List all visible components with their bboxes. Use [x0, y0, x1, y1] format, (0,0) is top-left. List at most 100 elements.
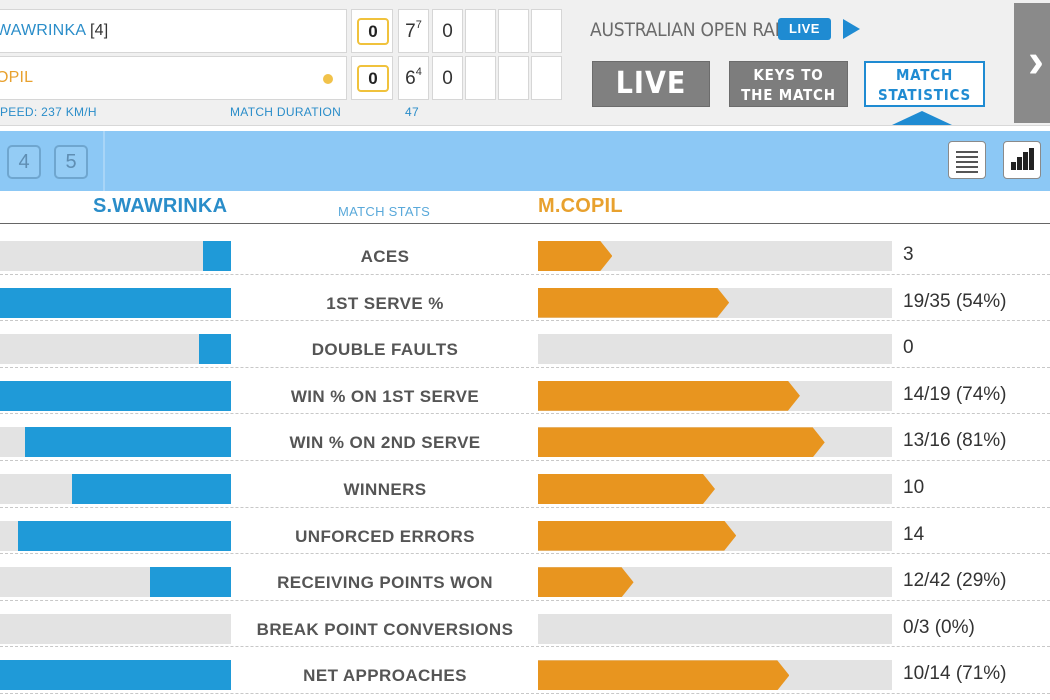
list-line	[956, 151, 978, 153]
player1-stats-header: S.WAWRINKA	[93, 195, 228, 217]
player1-game-cell: 0	[351, 9, 393, 53]
player2-stat-value: 14/19 (74%)	[903, 383, 1007, 405]
live-button[interactable]: LIVE	[592, 61, 710, 107]
scoreboard: WAWRINKA [4] OPIL 0 77 0 0 64 0 PEED: 23…	[0, 0, 1050, 126]
player2-stat-value: 12/42 (29%)	[903, 570, 1007, 592]
header-divider	[0, 223, 1050, 224]
player2-stat-value: 3	[903, 244, 914, 265]
player1-set1-tiebreak: 7	[415, 19, 422, 31]
list-line	[956, 156, 978, 158]
player2-stat-bar	[538, 521, 736, 551]
player2-set1-tiebreak: 4	[415, 66, 422, 78]
player1-name[interactable]: WAWRINKA [4]	[0, 22, 108, 40]
set-tab-5[interactable]: 5	[54, 145, 88, 179]
stat-row: ACES 3	[0, 228, 1050, 275]
bar-segment	[1011, 162, 1016, 170]
player2-game-cell: 0	[351, 56, 393, 100]
player2-stat-bar-track	[538, 427, 892, 458]
stats-button-line2: STATISTICS	[877, 86, 972, 104]
player2-set4-cell	[498, 56, 529, 100]
player2-name[interactable]: OPIL	[0, 69, 33, 87]
player1-set5-cell	[531, 9, 562, 53]
player2-stat-bar	[538, 241, 612, 271]
stat-label: WIN % ON 2ND SERVE	[289, 433, 481, 453]
player1-stat-bar	[0, 380, 231, 411]
player2-stat-bar-track	[538, 287, 892, 318]
player1-stat-bar	[198, 334, 231, 365]
player1-stat-bar-track	[0, 567, 231, 598]
player1-set1-cell: 77	[398, 9, 429, 53]
stat-label: DOUBLE FAULTS	[311, 340, 459, 360]
stat-row: UNFORCED ERRORS 14	[0, 508, 1050, 555]
match-statistics-button[interactable]: MATCH STATISTICS	[864, 61, 985, 107]
stat-row: WIN % ON 1ST SERVE 14/19 (74%)	[0, 368, 1050, 415]
player2-stat-value: 13/16 (81%)	[903, 430, 1007, 452]
match-stats-header: MATCH STATS	[338, 204, 431, 219]
stat-label: WINNERS	[343, 480, 427, 499]
stat-label: 1ST SERVE %	[326, 293, 444, 313]
player2-stat-bar	[538, 567, 634, 597]
list-line	[956, 171, 978, 173]
stat-label: ACES	[360, 247, 410, 266]
player1-stat-bar-track	[0, 520, 231, 551]
player1-stat-bar	[150, 567, 231, 598]
list-view-icon[interactable]	[948, 141, 986, 179]
stat-row: WINNERS 10	[0, 461, 1050, 508]
radio-live-badge[interactable]: LIVE	[778, 18, 831, 40]
stat-label: NET APPROACHES	[303, 666, 467, 686]
stat-row: BREAK POINT CONVERSIONS 0/3 (0%)	[0, 601, 1050, 648]
player1-stat-bar-track	[0, 474, 231, 504]
player2-row: OPIL	[0, 56, 347, 100]
set-tab-4[interactable]: 4	[7, 145, 41, 179]
player2-stat-bar-track	[538, 380, 892, 411]
player2-stat-bar-track	[538, 567, 892, 598]
player2-stat-bar-track	[538, 660, 892, 691]
player1-stat-bar-track	[0, 427, 231, 458]
keys-button-line2: THE MATCH	[741, 86, 836, 104]
player1-stat-bar-track	[0, 613, 231, 644]
player1-name-text: WAWRINKA	[0, 22, 86, 39]
player2-stat-value: 19/35 (54%)	[903, 290, 1007, 312]
stat-label: WIN % ON 1ST SERVE	[290, 386, 480, 406]
player2-game-score: 0	[357, 65, 389, 92]
player2-stat-bar	[538, 288, 729, 318]
player1-set1-score: 77	[399, 19, 428, 43]
player1-stat-bar-track	[0, 660, 231, 691]
stat-row: RECEIVING POINTS WON 12/42 (29%)	[0, 554, 1050, 601]
stat-row: NET APPROACHES 10/14 (71%)	[0, 647, 1050, 694]
list-line	[956, 161, 978, 163]
player1-stat-bar	[0, 660, 231, 691]
chevron-right-icon[interactable]: ›	[1028, 38, 1044, 86]
player1-stat-bar-track	[0, 241, 231, 271]
player1-stat-bar	[71, 474, 231, 504]
player2-stat-value: 10/14 (71%)	[903, 663, 1007, 685]
player1-stat-bar	[0, 287, 231, 318]
player2-stat-bar-track	[538, 613, 892, 644]
player2-set5-cell	[531, 56, 562, 100]
play-icon[interactable]	[843, 19, 860, 39]
player1-stat-bar	[25, 427, 231, 458]
stats-toolbar: 4 5	[0, 131, 1050, 191]
player1-stat-bar	[203, 241, 231, 271]
stat-row: DOUBLE FAULTS 0	[0, 321, 1050, 368]
stat-label: BREAK POINT CONVERSIONS	[256, 619, 514, 639]
keys-button-line1: KEYS TO	[753, 66, 824, 84]
player2-stat-bar-track	[538, 520, 892, 551]
bar-segment	[1023, 152, 1028, 170]
stat-row: WIN % ON 2ND SERVE 13/16 (81%)	[0, 414, 1050, 461]
player2-stat-bar	[538, 660, 789, 690]
player1-set1-value: 7	[405, 21, 416, 42]
player1-set3-cell	[465, 9, 496, 53]
player1-stat-bar-track	[0, 334, 231, 365]
player2-set2-cell: 0	[432, 56, 463, 100]
player2-set1-value: 6	[405, 68, 416, 89]
list-line	[956, 166, 978, 168]
bar-chart-view-icon[interactable]	[1003, 141, 1041, 179]
radio-title[interactable]: AUSTRALIAN OPEN RADIO	[590, 19, 806, 41]
player2-stat-bar-track	[538, 334, 892, 365]
active-tab-pointer-icon	[892, 111, 952, 125]
keys-to-the-match-button[interactable]: KEYS TO THE MATCH	[729, 61, 848, 107]
player1-set2-cell: 0	[432, 9, 463, 53]
bar-segment	[1017, 157, 1022, 170]
player2-stat-bar-track	[538, 474, 892, 504]
